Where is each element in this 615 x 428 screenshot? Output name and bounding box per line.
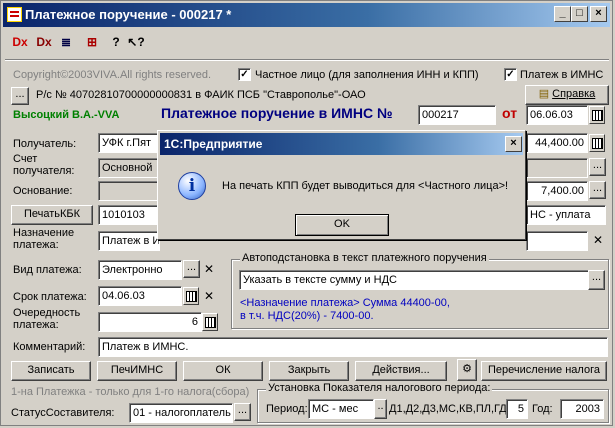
delete-row-icon[interactable]: Dx bbox=[35, 33, 53, 51]
dialog-titlebar: 1С:Предприятие × bbox=[160, 133, 523, 155]
divider bbox=[5, 59, 609, 61]
pay-type-select-button[interactable]: ... bbox=[183, 260, 200, 278]
autosubst-group: Автоподстановка в текст платежного поруч… bbox=[231, 252, 609, 329]
period-number-field[interactable]: 5 bbox=[506, 399, 528, 419]
due-date-field[interactable]: 04.06.03 bbox=[98, 286, 182, 306]
recipient-label: Получатель: bbox=[13, 138, 77, 150]
maximize-button[interactable]: □ bbox=[571, 6, 588, 22]
doc-heading: Платежное поручение в ИМНС № bbox=[161, 105, 393, 121]
table-icon[interactable]: ⊞ bbox=[83, 33, 101, 51]
year-label: Год: bbox=[532, 403, 553, 415]
delete-doc-icon[interactable]: Dx bbox=[11, 33, 29, 51]
period-codes: Д1,Д2,Д3,МС,КВ,ПЛ,ГД bbox=[389, 403, 507, 415]
user-name: Высоцкий В.А.-VVA bbox=[13, 109, 120, 121]
recipient-account-field[interactable]: Основной bbox=[98, 158, 160, 178]
ok-button[interactable]: ОК bbox=[183, 361, 263, 381]
calendar-icon[interactable] bbox=[589, 106, 605, 124]
from-label: от bbox=[502, 105, 518, 121]
pay-type-clear-icon[interactable]: ✕ bbox=[202, 260, 216, 278]
status-label: СтатусСоставителя: bbox=[11, 407, 115, 419]
autosubst-preview-1: <Назначение платежа> Сумма 44400-00, bbox=[240, 297, 450, 309]
due-calendar-icon[interactable] bbox=[183, 287, 199, 305]
tax-transfer-button[interactable]: Перечисление налога bbox=[481, 361, 607, 381]
due-label: Срок платежа: bbox=[13, 291, 87, 303]
record-button[interactable]: Записать bbox=[11, 361, 91, 381]
print-imns-button[interactable]: ПечИМНС bbox=[97, 361, 177, 381]
autosubst-title: Автоподстановка в текст платежного поруч… bbox=[240, 252, 489, 264]
period-select-button[interactable]: .. bbox=[374, 399, 387, 419]
comment-field[interactable]: Платеж в ИМНС. bbox=[98, 337, 608, 357]
period-group: Установка Показателя налогового периода:… bbox=[257, 382, 609, 423]
doc-date-field[interactable]: 06.06.03 bbox=[526, 105, 588, 125]
autosubst-select-button[interactable]: ... bbox=[588, 270, 605, 290]
close-button[interactable]: × bbox=[590, 6, 607, 22]
context-help-icon[interactable]: ↖? bbox=[127, 33, 145, 51]
period-label: Период: bbox=[266, 403, 308, 415]
account-line: Р/с № 40702810700000000831 в ФАИК ПСБ "С… bbox=[36, 89, 366, 101]
footer-note: 1-на Платежка - только для 1-го налога(с… bbox=[11, 386, 250, 398]
window-titlebar: Платежное поручение - 000217 * _ □ × bbox=[3, 3, 610, 27]
order-label-2: платежа: bbox=[13, 319, 59, 331]
gear-icon: ⚙ bbox=[462, 363, 472, 375]
print-kbk-button[interactable]: ПечатьКБК bbox=[11, 205, 93, 225]
comment-label: Комментарий: bbox=[13, 341, 86, 353]
help-book-icon: ▤ bbox=[538, 88, 553, 100]
vat-select-button[interactable]: ... bbox=[589, 181, 606, 199]
tax-type-field[interactable]: НС - уплата bbox=[526, 205, 606, 225]
window-title: Платежное поручение - 000217 * bbox=[25, 7, 232, 22]
year-field[interactable]: 2003 bbox=[560, 399, 604, 419]
autosubst-field[interactable]: Указать в тексте сумму и НДС bbox=[239, 270, 589, 290]
hidden-field-1 bbox=[526, 158, 588, 178]
select-button[interactable]: ... bbox=[589, 158, 606, 176]
dialog-message: На печать КПП будет выводиться для <Част… bbox=[222, 180, 509, 192]
period-group-title: Установка Показателя налогового периода: bbox=[266, 382, 493, 394]
imns-payment-label: Платеж в ИМНС bbox=[520, 69, 604, 81]
help-button[interactable]: ▤ Справка bbox=[525, 85, 609, 105]
dialog-ok-button[interactable]: OK bbox=[295, 214, 389, 236]
vat-field[interactable]: 7,400.00 bbox=[526, 181, 588, 201]
purpose-extra-field[interactable] bbox=[526, 231, 588, 251]
close-form-button[interactable]: Закрыть bbox=[269, 361, 349, 381]
imns-payment-checkbox[interactable]: ✓ bbox=[504, 68, 517, 81]
basis-label: Основание: bbox=[13, 185, 73, 197]
status-field[interactable]: 01 - налогоплатель bbox=[129, 403, 233, 423]
private-person-checkbox[interactable]: ✓ bbox=[238, 68, 251, 81]
autosubst-preview-2: в т.ч. НДС(20%) - 7400-00. bbox=[240, 310, 374, 322]
private-person-label: Частное лицо (для заполнения ИНН и КПП) bbox=[255, 69, 479, 81]
properties-icon[interactable]: ≣ bbox=[57, 33, 75, 51]
clear-icon[interactable]: ✕ bbox=[591, 231, 605, 249]
actions-button[interactable]: Действия... bbox=[355, 361, 447, 381]
recipient-field[interactable]: УФК г.Пят bbox=[98, 133, 160, 153]
basis-field[interactable] bbox=[98, 181, 160, 201]
dialog-title: 1С:Предприятие bbox=[164, 137, 263, 151]
kbk-field[interactable]: 1010103 bbox=[98, 205, 160, 225]
period-field[interactable]: МС - мес bbox=[308, 399, 374, 419]
account-select-button[interactable]: ... bbox=[11, 87, 29, 105]
calculator-icon[interactable] bbox=[589, 134, 605, 152]
info-icon: i bbox=[178, 172, 206, 200]
tax-transfer-icon-button[interactable]: ⚙ bbox=[457, 359, 477, 381]
order-field[interactable]: 6 bbox=[98, 312, 202, 332]
app-icon bbox=[7, 7, 22, 22]
order-spin-icon[interactable] bbox=[202, 313, 218, 331]
purpose-label-2: платежа: bbox=[13, 239, 59, 251]
dialog-close-button[interactable]: × bbox=[505, 136, 522, 152]
minimize-button[interactable]: _ bbox=[554, 6, 571, 22]
copyright-text: Copyright©2003VIVA.All rights reserved. bbox=[13, 69, 212, 81]
amount-field[interactable]: 44,400.00 bbox=[526, 133, 588, 153]
status-select-button[interactable]: ... bbox=[234, 403, 251, 421]
due-clear-icon[interactable]: ✕ bbox=[202, 287, 216, 305]
pay-type-field[interactable]: Электронно bbox=[98, 260, 182, 280]
help-icon[interactable]: ? bbox=[107, 33, 125, 51]
account-label-2: получателя: bbox=[13, 165, 75, 177]
purpose-field[interactable]: Платеж в И bbox=[98, 231, 160, 251]
doc-number-field[interactable]: 000217 bbox=[418, 105, 496, 125]
payment-order-window: Платежное поручение - 000217 * _ □ × Dx … bbox=[0, 0, 613, 426]
pay-type-label: Вид платежа: bbox=[13, 264, 82, 276]
info-dialog: 1С:Предприятие × i На печать КПП будет в… bbox=[157, 130, 526, 240]
